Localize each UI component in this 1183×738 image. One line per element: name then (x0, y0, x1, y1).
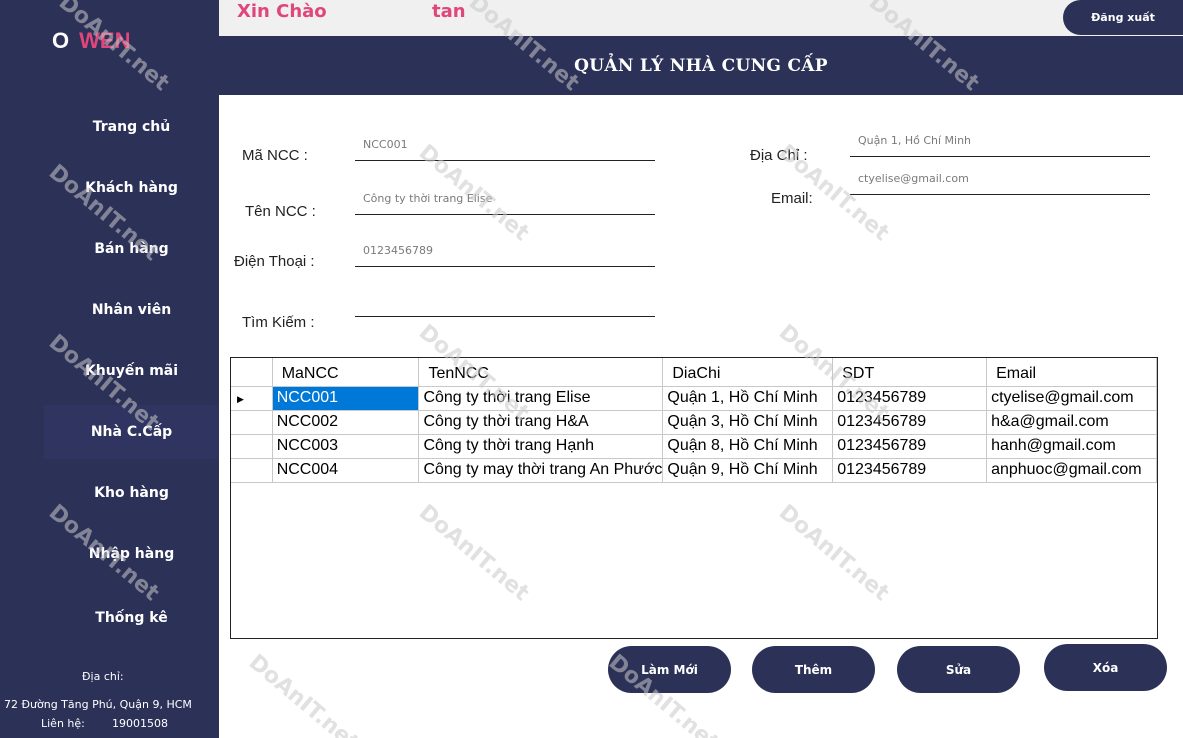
search-input[interactable] (355, 290, 655, 317)
table-cell[interactable]: Công ty thời trang Elise (418, 386, 664, 411)
row-selector[interactable] (231, 458, 273, 483)
row-header-corner (231, 358, 273, 387)
table-cell[interactable]: Quận 9, Hồ Chí Minh (662, 458, 834, 483)
sidebar-item-promotions[interactable]: Khuyến mãi (44, 344, 219, 398)
table-cell[interactable]: 0123456789 (832, 386, 988, 411)
top-bar: Xin Chào tan (219, 0, 1183, 36)
column-header-mancc[interactable]: MaNCC (272, 358, 420, 387)
table-cell[interactable]: Công ty thời trang H&A (418, 410, 664, 435)
sidebar-item-sales[interactable]: Bán hàng (44, 222, 219, 276)
dia-chi-field[interactable] (850, 128, 1150, 157)
row-selector[interactable] (231, 434, 273, 459)
row-selector[interactable]: ▶ (231, 386, 273, 411)
table-cell[interactable]: ctyelise@gmail.com (986, 386, 1157, 411)
page-header: QUẢN LÝ NHÀ CUNG CẤP (219, 36, 1183, 95)
table-cell[interactable]: anphuoc@gmail.com (986, 458, 1157, 483)
add-button[interactable]: Thêm (752, 646, 875, 693)
ten-ncc-label: Tên NCC : (245, 203, 316, 220)
row-pointer-icon: ▶ (237, 394, 244, 404)
ma-ncc-label: Mã NCC : (242, 147, 308, 164)
supplier-table: MaNCC TenNCC DiaChi SDT Email ▶ NCC001 C… (231, 358, 1157, 483)
address-text: 72 Đường Tăng Phú, Quận 9, HCM (4, 698, 192, 711)
table-row[interactable]: NCC003 Công ty thời trang Hạnh Quận 8, H… (231, 434, 1157, 459)
table-cell[interactable]: Công ty may thời trang An Phước (418, 458, 664, 483)
column-header-sdt[interactable]: SDT (832, 358, 988, 387)
table-cell[interactable]: Quận 8, Hồ Chí Minh (662, 434, 834, 459)
table-cell[interactable]: h&a@gmail.com (986, 410, 1157, 435)
column-header-tenncc[interactable]: TenNCC (418, 358, 664, 387)
page-title: QUẢN LÝ NHÀ CUNG CẤP (574, 55, 828, 76)
dien-thoai-label: Điện Thoại : (234, 253, 315, 270)
table-row[interactable]: NCC002 Công ty thời trang H&A Quận 3, Hồ… (231, 410, 1157, 435)
sidebar-item-suppliers[interactable]: Nhà C.Cấp (44, 405, 219, 459)
table-cell[interactable]: NCC003 (272, 434, 420, 459)
sidebar-item-statistics[interactable]: Thống kê (44, 591, 219, 645)
sidebar: O WEN Trang chủ Khách hàng Bán hàng Nhân … (0, 0, 219, 738)
app-logo: O WEN (52, 28, 130, 54)
table-cell[interactable]: Quận 3, Hồ Chí Minh (662, 410, 834, 435)
row-selector[interactable] (231, 410, 273, 435)
contact-number: 19001508 (112, 717, 168, 730)
table-cell[interactable]: 0123456789 (832, 410, 988, 435)
ten-ncc-field[interactable] (355, 187, 655, 215)
logo-wen: WEN (79, 28, 131, 53)
column-header-email[interactable]: Email (986, 358, 1157, 387)
tim-kiem-label: Tìm Kiếm : (242, 314, 315, 331)
greeting-text: Xin Chào (237, 1, 327, 22)
sidebar-item-home[interactable]: Trang chủ (44, 100, 219, 154)
address-label: Địa chỉ: (82, 670, 124, 683)
table-row[interactable]: NCC004 Công ty may thời trang An Phước Q… (231, 458, 1157, 483)
table-row[interactable]: ▶ NCC001 Công ty thời trang Elise Quận 1… (231, 386, 1157, 411)
table-cell[interactable]: Quận 1, Hồ Chí Minh (662, 386, 834, 411)
table-header-row: MaNCC TenNCC DiaChi SDT Email (231, 358, 1157, 387)
username-text: tan (432, 1, 466, 22)
ma-ncc-field[interactable] (355, 133, 655, 161)
sidebar-item-warehouse[interactable]: Kho hàng (44, 466, 219, 520)
table-cell[interactable]: 0123456789 (832, 434, 988, 459)
column-header-diachi[interactable]: DiaChi (662, 358, 834, 387)
contact-label: Liên hệ: (41, 717, 85, 730)
sidebar-item-imports[interactable]: Nhập hàng (44, 527, 219, 581)
delete-button[interactable]: Xóa (1044, 644, 1167, 691)
table-cell[interactable]: Công ty thời trang Hạnh (418, 434, 664, 459)
table-cell[interactable]: NCC002 (272, 410, 420, 435)
table-cell[interactable]: NCC001 (272, 386, 420, 411)
table-cell[interactable]: 0123456789 (832, 458, 988, 483)
logout-button[interactable]: Đăng xuất (1063, 0, 1183, 35)
sidebar-item-customers[interactable]: Khách hàng (44, 161, 219, 215)
dia-chi-label: Địa Chỉ : (750, 147, 808, 164)
watermark: DoAnIT.net (243, 650, 364, 738)
email-label: Email: (771, 190, 813, 207)
sidebar-item-employees[interactable]: Nhân viên (44, 283, 219, 337)
edit-button[interactable]: Sửa (897, 646, 1020, 693)
email-field[interactable] (850, 167, 1150, 195)
supplier-grid[interactable]: MaNCC TenNCC DiaChi SDT Email ▶ NCC001 C… (230, 357, 1158, 639)
table-cell[interactable]: hanh@gmail.com (986, 434, 1157, 459)
dien-thoai-field[interactable] (355, 238, 655, 267)
table-cell[interactable]: NCC004 (272, 458, 420, 483)
logo-o: O (52, 28, 70, 53)
refresh-button[interactable]: Làm Mới (608, 646, 731, 693)
